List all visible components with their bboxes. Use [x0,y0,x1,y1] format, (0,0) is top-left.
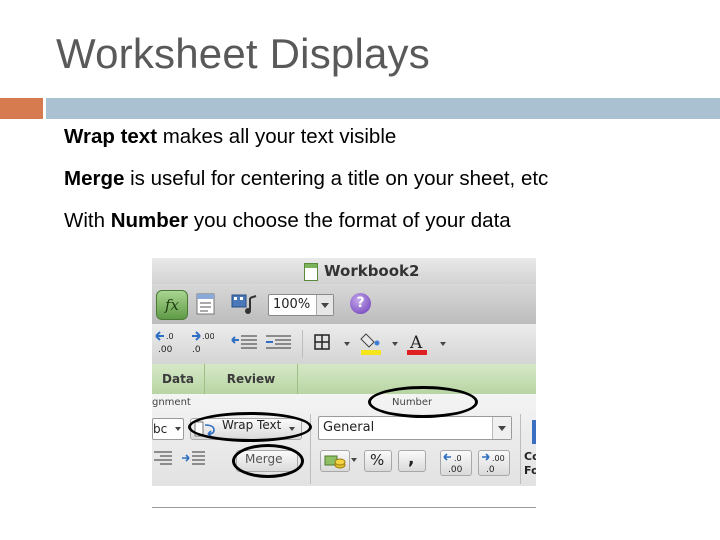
decimal-text: .0 [166,332,174,341]
increase-decimal-icon: .0 .00 [443,453,463,474]
standard-toolbar: fx 100% ? [152,284,536,324]
chevron-down-icon [175,427,181,431]
wrap-text-highlight-circle [188,412,312,442]
fill-color-icon[interactable] [360,330,384,358]
bullet-keyword: Wrap text [64,125,158,148]
zoom-value: 100% [273,297,311,312]
bullet-keyword: Number [110,209,189,232]
font-partial-select[interactable]: bc [152,418,184,440]
currency-button[interactable] [320,450,350,472]
screenshot-bottom-border [152,507,536,508]
tab-data[interactable]: Data [152,364,205,394]
alignment-group-label: gnment [152,397,191,408]
bullet-keyword: Merge [64,167,125,190]
help-icon[interactable]: ? [350,293,371,314]
decimal-text: .00 [158,345,173,355]
bullet-wrap-text: Wrap text makes all your text visible [64,124,548,166]
excel-ribbon-screenshot: Workbook2 fx 100% ? .0 .00 .00 .0 A Data… [152,258,536,508]
number-format-select[interactable]: General [318,416,512,440]
decrease-decimal-icon: .00 .0 [482,453,505,474]
chevron-down-icon[interactable] [492,417,511,439]
fill-color-dropdown-caret[interactable] [392,342,398,346]
tab-review[interactable]: Review [205,364,298,394]
toolbar-separator [302,330,303,358]
align-right-icon[interactable] [152,448,174,470]
borders-dropdown-caret[interactable] [344,342,350,346]
decimal-text: .00 [202,332,214,341]
bullet-list: Wrap text makes all your text visible Me… [64,124,548,250]
number-format-value: General [323,420,375,435]
font-partial-value: bc [153,422,168,436]
decrease-decimal-button[interactable]: .00 .0 [478,450,510,476]
ribbon-panel: gnment Number bc Wrap Text Merge General… [152,394,536,486]
percent-label: % [370,451,385,469]
font-color-icon[interactable]: A [406,330,430,358]
formatting-toolbar: .0 .00 .00 .0 A [152,324,536,364]
workbook-icon [304,263,318,281]
window-titlebar: Workbook2 [152,258,536,284]
bullet-text: makes all your text visible [157,125,397,148]
table-icon[interactable] [196,292,216,316]
window-title: Workbook2 [324,262,420,280]
indent-icon[interactable] [180,448,206,470]
comma-label: , [408,449,415,469]
decrease-decimal-icon[interactable]: .00 .0 [190,330,214,356]
conditional-formatting-partial[interactable]: Co Fo [524,450,536,484]
currency-icon [324,455,346,469]
chevron-down-icon[interactable] [316,295,333,315]
increase-decimal-icon[interactable]: .0 .00 [154,330,178,356]
ribbon-edge-icon [532,420,536,444]
decimal-text: .00 [492,454,505,463]
borders-icon[interactable] [314,334,332,352]
font-color-dropdown-caret[interactable] [440,342,446,346]
title-accent-bar-blue [46,98,720,119]
media-icon[interactable] [230,292,258,316]
comma-style-button[interactable]: , [398,449,426,472]
decimal-text: .0 [192,345,201,355]
bullet-number: With Number you choose the format of you… [64,208,548,250]
bullet-merge: Merge is useful for centering a title on… [64,166,548,208]
group-separator [520,414,521,484]
slide-title: Worksheet Displays [56,30,430,77]
cond-format-text: Co [524,450,536,463]
bullet-text: you choose the format of your data [188,209,511,232]
currency-dropdown-caret[interactable] [351,458,357,462]
bullet-text: is useful for centering a title on your … [124,167,549,190]
decimal-text: .00 [448,465,463,474]
decimal-text: .0 [454,454,462,463]
number-highlight-circle [368,386,478,418]
zoom-select[interactable]: 100% [268,294,334,316]
fx-icon[interactable]: fx [156,290,188,320]
decrease-indent-icon[interactable] [230,332,258,354]
increase-indent-icon[interactable] [264,332,292,354]
title-accent-bar-orange [0,98,43,119]
merge-highlight-circle [232,444,304,478]
increase-decimal-button[interactable]: .0 .00 [440,450,472,476]
decimal-text: .0 [486,465,495,474]
ribbon-tab-bar: Data Review [152,364,536,394]
percent-button[interactable]: % [364,450,392,472]
bullet-prefix: With [64,209,111,232]
cond-format-text: Fo [524,464,536,477]
